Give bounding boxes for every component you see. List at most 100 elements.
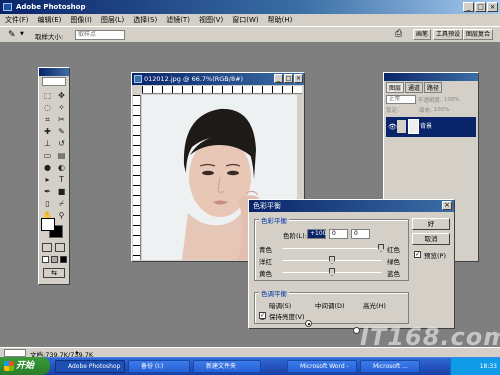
dodge-tool-icon[interactable]: ◐ (55, 162, 68, 173)
level-magenta-green-input[interactable]: 0 (329, 229, 348, 239)
tab-layers[interactable]: 图层 (386, 82, 405, 93)
fill-value[interactable]: 100% (434, 107, 450, 113)
opacity-value[interactable]: 100% (444, 97, 460, 103)
eyedropper-icon[interactable]: ✎ (8, 30, 16, 40)
opacity-label: 不透明度: (418, 97, 442, 104)
blur-tool-icon[interactable]: ● (41, 162, 54, 173)
screen-mode-full-icon[interactable] (60, 256, 67, 263)
palette-brushes-button[interactable]: 画笔 (413, 29, 432, 40)
menu-edit[interactable]: 编辑(E) (38, 14, 62, 26)
eraser-tool-icon[interactable]: ▭ (41, 150, 54, 161)
gradient-tool-icon[interactable]: ▤ (55, 150, 68, 161)
slider-red-label: 红色 (387, 246, 400, 254)
system-tray: 18:33 (450, 358, 500, 375)
task-microsoft-other[interactable]: Microsoft ... (360, 360, 420, 373)
clock[interactable]: 18:33 (480, 363, 497, 370)
menu-help[interactable]: 帮助(H) (268, 14, 293, 26)
foreground-color-swatch[interactable] (41, 218, 55, 231)
task-new-folder[interactable]: 新建文件夹 (193, 360, 261, 373)
vertical-ruler[interactable] (133, 95, 141, 260)
tab-channels[interactable]: 通道 (405, 82, 424, 93)
shape-tool-icon[interactable]: ■ (55, 186, 68, 197)
zoom-level-field[interactable] (4, 349, 26, 357)
highlights-radio[interactable] (353, 327, 360, 334)
horizontal-ruler[interactable] (142, 86, 302, 94)
close-button[interactable]: × (487, 2, 498, 12)
dialog-title: 色彩平衡 (253, 202, 281, 210)
sample-size-select[interactable]: 取样点 (75, 30, 125, 40)
palette-tool-presets-button[interactable]: 工具预设 (433, 29, 464, 40)
type-tool-icon[interactable]: T (55, 174, 68, 185)
pen-tool-icon[interactable]: ✒ (41, 186, 54, 197)
ok-button[interactable]: 好 (412, 218, 450, 230)
tool-preset-arrow-icon[interactable]: ▼ (20, 31, 24, 37)
slider-cyan-label: 青色 (259, 246, 272, 254)
options-bar: ✎ ▼ 取样大小: 取样点 ⎙ 画笔 工具预设 图层复合 (0, 26, 500, 43)
slice-tool-icon[interactable]: ✂ (55, 114, 68, 125)
dialog-title-bar[interactable]: 色彩平衡 (249, 200, 454, 212)
level-cyan-red-input[interactable]: +100 (307, 229, 326, 239)
eye-visibility-icon[interactable]: 👁 (388, 117, 397, 137)
site-watermark: IT168.com (360, 323, 500, 351)
tool-grid: ⬚ ✥ ◌ ✧ ⌗ ✂ ✚ ✎ ⊥ ↺ ▭ ▤ ● ◐ ▸ T ✒ ■ ▯ ⌿ … (39, 87, 69, 224)
screen-mode-full-menu-icon[interactable] (51, 256, 58, 263)
maximize-button[interactable]: □ (475, 2, 486, 12)
quick-mask-mode-icon[interactable] (55, 243, 65, 252)
menu-filter[interactable]: 滤镜(T) (166, 14, 190, 26)
menu-layer[interactable]: 图层(L) (101, 14, 124, 26)
screen-mode-standard-icon[interactable] (42, 256, 49, 263)
brush-link-icon[interactable] (397, 120, 406, 133)
sample-size-label: 取样大小: (35, 33, 64, 41)
lock-label: 锁定: (386, 108, 399, 114)
document-maximize-button[interactable]: □ (284, 74, 293, 83)
task-photoshop[interactable]: Adobe Photoshop (55, 360, 125, 373)
palette-layer-comps-button[interactable]: 图层复合 (463, 29, 494, 40)
minimize-button[interactable]: _ (463, 2, 474, 12)
level-yellow-blue-input[interactable]: 0 (351, 229, 370, 239)
magic-wand-tool-icon[interactable]: ✧ (55, 102, 68, 113)
history-brush-tool-icon[interactable]: ↺ (55, 138, 68, 149)
menu-window[interactable]: 窗口(W) (232, 14, 258, 26)
menu-select[interactable]: 选择(S) (133, 14, 157, 26)
imageready-jump-icon[interactable]: ⇆ (43, 268, 65, 278)
dialog-close-button[interactable]: × (442, 201, 452, 210)
preview-checkbox[interactable]: ✓ (414, 251, 421, 258)
blend-mode-select[interactable]: 正常 (386, 95, 416, 104)
slider-magenta-label: 洋红 (259, 258, 272, 266)
path-selection-tool-icon[interactable]: ▸ (41, 174, 54, 185)
app-title: Adobe Photoshop (16, 3, 86, 11)
menu-bar: 文件(F) 编辑(E) 图像(I) 图层(L) 选择(S) 滤镜(T) 视图(V… (0, 14, 500, 26)
document-close-button[interactable]: × (294, 74, 303, 83)
standard-mode-icon[interactable] (42, 243, 52, 252)
cancel-button[interactable]: 取消 (412, 233, 450, 245)
brush-tool-icon[interactable]: ✎ (55, 126, 68, 137)
zoom-tool-icon[interactable]: ⚲ (55, 210, 68, 221)
eyedropper-tool-icon[interactable]: ⌿ (55, 198, 68, 209)
marquee-tool-icon[interactable]: ⬚ (41, 90, 54, 101)
clone-stamp-tool-icon[interactable]: ⊥ (41, 138, 54, 149)
printer-icon[interactable]: ⎙ (395, 29, 402, 39)
preserve-luminosity-checkbox[interactable]: ✓ (259, 312, 266, 319)
task-word[interactable]: Microsoft Word - (287, 360, 357, 373)
document-minimize-button[interactable]: _ (274, 74, 283, 83)
preserve-luminosity-label: 保持亮度(V) (269, 313, 305, 321)
midtones-radio[interactable] (305, 320, 312, 327)
notes-tool-icon[interactable]: ▯ (41, 198, 54, 209)
menu-view[interactable]: 视图(V) (199, 14, 223, 26)
move-tool-icon[interactable]: ✥ (55, 90, 68, 101)
task-backup-drive[interactable]: 备份 (I:) (128, 360, 190, 373)
blend-opacity-row: 正常 不透明度: 100% (384, 94, 478, 105)
healing-brush-tool-icon[interactable]: ✚ (41, 126, 54, 137)
layer-row-background[interactable]: 👁 背景 (386, 117, 476, 137)
status-menu-arrow-icon[interactable]: ▸ (76, 349, 79, 356)
layers-palette-header[interactable] (384, 73, 478, 81)
toolbox-header[interactable] (39, 68, 69, 76)
menu-image[interactable]: 图像(I) (70, 14, 92, 26)
lasso-tool-icon[interactable]: ◌ (41, 102, 54, 113)
menu-file[interactable]: 文件(F) (5, 14, 29, 26)
start-button[interactable]: 开始 (0, 357, 50, 375)
cyan-red-slider-track[interactable] (283, 248, 381, 249)
crop-tool-icon[interactable]: ⌗ (41, 114, 54, 125)
feather-logo-icon[interactable] (42, 77, 66, 86)
tab-paths[interactable]: 路径 (424, 82, 443, 93)
